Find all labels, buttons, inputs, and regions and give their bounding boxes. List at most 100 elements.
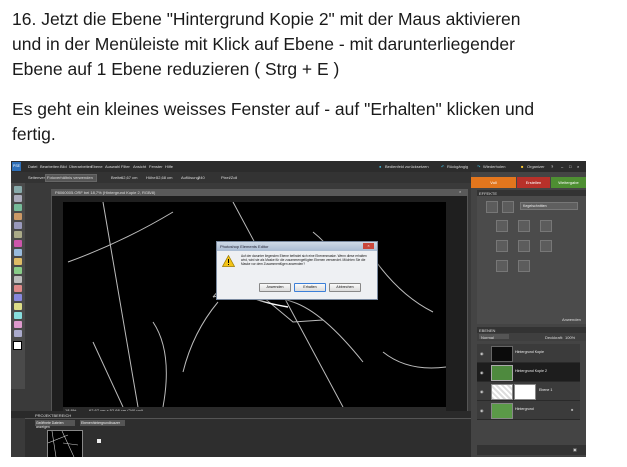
quick-select-tool-icon[interactable] [14, 249, 22, 256]
effects-panel: Kegelschnitten Anwenden [477, 196, 586, 324]
menu-hilfe[interactable]: Hilfe [165, 164, 173, 169]
minimize-icon[interactable]: – [561, 164, 563, 169]
height-input[interactable]: 52,68 cm [156, 175, 172, 180]
lasso-tool-icon[interactable] [14, 231, 22, 238]
trash-icon[interactable]: ▣ [573, 447, 577, 452]
width-input[interactable]: 62,67 cm [121, 175, 137, 180]
foreground-color-swatch[interactable] [13, 341, 22, 350]
layer-row[interactable]: ◉ Ebene 1 [477, 382, 580, 401]
lock-icon: ■ [571, 407, 574, 412]
undo-button[interactable]: Rückgängig [447, 164, 468, 169]
tab-create[interactable]: Erstellen [517, 177, 550, 188]
layer-mask-thumbnail[interactable] [514, 384, 536, 400]
bevel-style-8[interactable] [518, 260, 530, 272]
document-title: P8060005.ORF bei 18,7% (Hintergrund Kopi… [55, 190, 156, 195]
menu-datei[interactable]: Datei [28, 164, 37, 169]
menu-fenster[interactable]: Fenster [149, 164, 163, 169]
instruction-line-2: und in der Menüleiste mit Klick auf Eben… [12, 34, 515, 54]
options-bar: Seitenverhältnis Fotoverhältnis verwende… [11, 172, 471, 183]
menu-auswahl[interactable]: Auswahl [105, 164, 120, 169]
undo-icon: ↶ [441, 164, 445, 169]
brush-tool-icon[interactable] [14, 312, 22, 319]
menu-filter[interactable]: Filter [121, 164, 130, 169]
bevel-style-1[interactable] [496, 220, 508, 232]
bevel-style-7[interactable] [496, 260, 508, 272]
hand-tool-icon[interactable] [14, 195, 22, 202]
tab-full[interactable]: Voll [471, 177, 516, 188]
redo-icon: ↷ [477, 164, 481, 169]
help-icon[interactable]: ? [551, 164, 553, 169]
image-canvas[interactable] [63, 201, 447, 408]
eraser-tool-icon[interactable] [14, 303, 22, 310]
organizer-button[interactable]: Organizer [527, 164, 545, 169]
move-tool-icon[interactable] [14, 213, 22, 220]
eye-icon[interactable]: ◉ [480, 351, 484, 356]
eye-icon[interactable]: ◉ [480, 408, 484, 413]
eye-icon[interactable]: ◉ [480, 389, 484, 394]
layer-thumbnail [491, 365, 513, 381]
merge-dialog: Photoshop Elements Editor × Auf der daru… [216, 241, 378, 300]
bevel-style-3[interactable] [540, 220, 552, 232]
type-tool-icon[interactable] [14, 276, 22, 283]
warning-icon [222, 255, 235, 267]
dialog-close-icon[interactable]: × [363, 243, 374, 249]
menu-ansicht[interactable]: Ansicht [133, 164, 146, 169]
magic-wand-tool-icon[interactable] [14, 240, 22, 247]
instruction-line-1: 16. Jetzt die Ebene "Hintergrund Kopie 2… [12, 9, 521, 29]
marquee-tool-icon[interactable] [14, 222, 22, 229]
aspect-select[interactable]: Fotoverhältnis verwenden [47, 175, 93, 180]
document-close-icon[interactable]: × [459, 189, 461, 194]
layer-row[interactable]: ◉ Hintergrund Kopie [477, 344, 580, 363]
effects-apply-button[interactable]: Anwenden [562, 317, 581, 322]
zoom-tool-icon[interactable] [14, 186, 22, 193]
res-input[interactable]: 240 [198, 175, 205, 180]
reset-panels-button[interactable]: Bedienfeld zurücksetzen [385, 164, 429, 169]
eyedropper-tool-icon[interactable] [14, 204, 22, 211]
maximize-icon[interactable]: □ [569, 164, 571, 169]
project-thumbnail[interactable] [47, 430, 83, 457]
menu-bild[interactable]: Bild [60, 164, 67, 169]
tab-share[interactable]: Weitergabe [551, 177, 586, 188]
effects-dropdown[interactable]: Kegelschnitten [520, 202, 578, 210]
redeye-tool-icon[interactable] [14, 258, 22, 265]
create-icon: ● [379, 164, 382, 169]
redo-button[interactable]: Wiederholen [483, 164, 505, 169]
crop-tool-icon[interactable] [14, 285, 22, 292]
bucket-tool-icon[interactable] [14, 321, 22, 328]
healing-tool-icon[interactable] [14, 267, 22, 274]
layer-thumbnail [491, 384, 513, 400]
cancel-button[interactable]: Abbrechen [329, 283, 361, 292]
close-icon[interactable]: × [577, 164, 579, 169]
bevel-style-5[interactable] [518, 240, 530, 252]
bevel-style-4[interactable] [496, 240, 508, 252]
effect-icon-photo[interactable] [486, 201, 498, 213]
apply-button[interactable]: Anwenden [259, 283, 291, 292]
menu-ebene[interactable]: Ebene [91, 164, 103, 169]
layer-thumbnail [491, 346, 513, 362]
bin-item-icon[interactable] [97, 439, 101, 443]
menu-bar: PSE Datei Bearbeiten Bild Überarbeiten E… [11, 161, 586, 172]
instruction-line-4: Es geht ein kleines weisses Fenster auf … [12, 99, 535, 119]
project-bin-button[interactable]: Ebenenhintergrundbuzzer [80, 420, 125, 426]
res-unit[interactable]: Pixel/Zoll [221, 175, 237, 180]
effect-icon-layer[interactable] [502, 201, 514, 213]
layer-name: Hintergrund [515, 407, 534, 411]
bevel-style-6[interactable] [540, 240, 552, 252]
project-thumbnail-image [47, 430, 79, 457]
gradient-tool-icon[interactable] [14, 330, 22, 337]
layer-name: Hintergrund Kopie [515, 350, 544, 354]
dialog-message: Auf der darunter liegenden Ebene befinde… [241, 254, 367, 267]
dragonfly-image [67, 201, 447, 408]
layers-footer: ▣ [477, 445, 586, 455]
menu-bearbeiten[interactable]: Bearbeiten [40, 164, 59, 169]
bevel-style-2[interactable] [518, 220, 530, 232]
project-bin-dropdown[interactable]: Geöffnete Dateien anzeigen [35, 420, 75, 429]
layer-row-selected[interactable]: ◉ Hintergrund Kopie 2 [477, 363, 580, 382]
mode-tabs: Voll Erstellen Weitergabe [471, 177, 586, 188]
opacity-input[interactable]: 100% [565, 335, 575, 340]
keep-button[interactable]: Erhalten [294, 283, 326, 292]
layer-row[interactable]: ◉ Hintergrund ■ [477, 401, 580, 420]
eye-icon[interactable]: ◉ [480, 370, 484, 375]
clone-tool-icon[interactable] [14, 294, 22, 301]
menu-ueberarbeiten[interactable]: Überarbeiten [69, 164, 92, 169]
